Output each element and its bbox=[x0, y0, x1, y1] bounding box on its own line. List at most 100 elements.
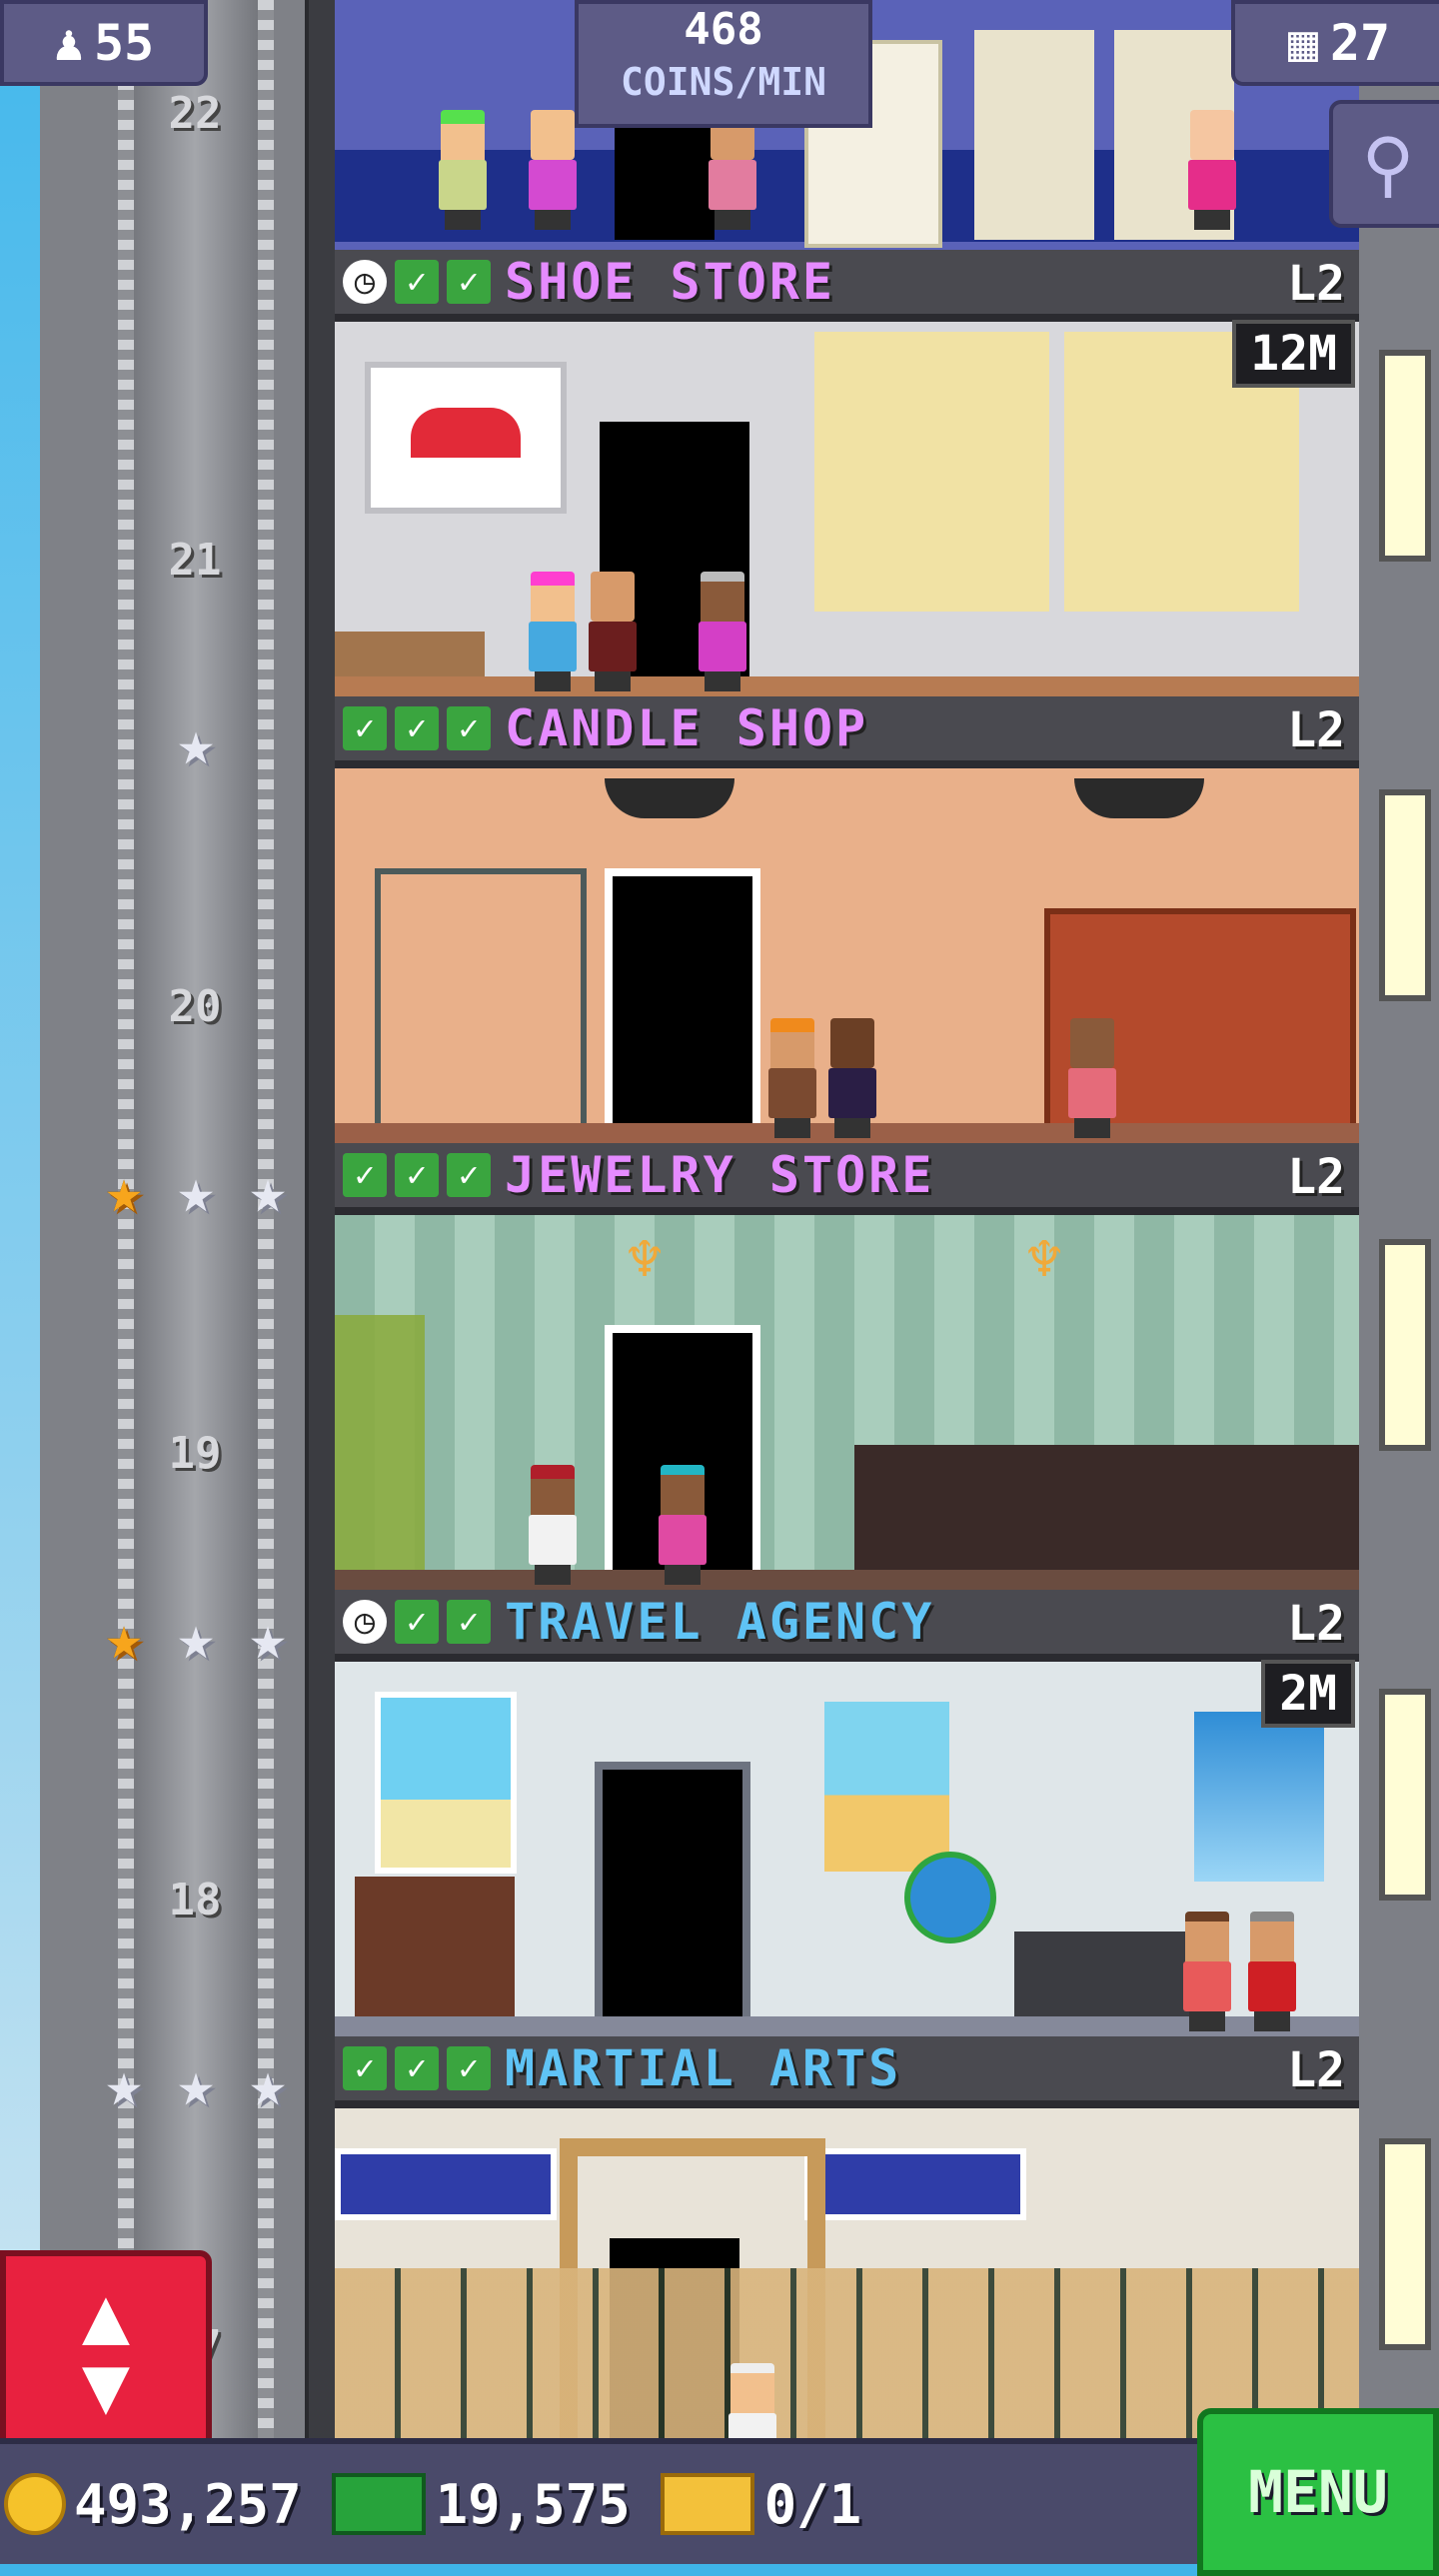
floor-level: L2 bbox=[1287, 256, 1345, 312]
bitizen[interactable] bbox=[695, 572, 750, 691]
bitizen[interactable] bbox=[1179, 1912, 1235, 2031]
star-icon: ★ bbox=[249, 1154, 287, 1227]
floor-banner[interactable]: ✓ ✓ ✓ CANDLE SHOP L2 bbox=[335, 696, 1359, 768]
floor-level: L2 bbox=[1287, 1149, 1345, 1205]
clock-icon: ◷ bbox=[343, 260, 387, 304]
floor-21-candle-shop[interactable]: ✓ ✓ ✓ CANDLE SHOP L2 bbox=[335, 696, 1359, 1143]
floor-name: CANDLE SHOP bbox=[505, 699, 869, 757]
floor-count-button[interactable]: ▦ 27 bbox=[1231, 0, 1439, 86]
check-icon: ✓ bbox=[395, 1600, 439, 1644]
floor-number-18: 18 bbox=[168, 1875, 222, 1926]
up-down-arrows-icon: ▲ ▼ bbox=[81, 2268, 131, 2431]
currency-bar: 493,257 19,575 0/1 MENU bbox=[0, 2408, 1439, 2576]
floor-boards bbox=[335, 676, 1359, 696]
check-icon: ✓ bbox=[395, 2046, 439, 2090]
ceiling-lamp bbox=[1074, 778, 1204, 818]
floor-level: L2 bbox=[1287, 1596, 1345, 1652]
coins-per-min-value: 468 bbox=[684, 4, 763, 55]
floor-19-travel-agency[interactable]: ◷ ✓ ✓ TRAVEL AGENCY L2 2M bbox=[335, 1590, 1359, 2036]
floor-room bbox=[335, 768, 1359, 1143]
check-icon: ✓ bbox=[447, 1153, 491, 1197]
floor-level: L2 bbox=[1287, 2042, 1345, 2098]
bitizen[interactable] bbox=[435, 110, 491, 230]
coins-per-min-label: COINS/MIN bbox=[621, 60, 826, 104]
floor-door bbox=[605, 868, 760, 1143]
globe bbox=[904, 1852, 996, 1943]
bitizen[interactable] bbox=[585, 572, 641, 691]
floor-number-19: 19 bbox=[168, 1428, 222, 1479]
brochure-stand bbox=[355, 1877, 515, 2026]
beach-poster bbox=[375, 1692, 517, 1874]
floor-name: MARTIAL ARTS bbox=[505, 2039, 902, 2097]
bux-icon bbox=[331, 2473, 426, 2535]
floor-timer: 12M bbox=[1232, 320, 1355, 388]
star-icon: ★ bbox=[105, 1154, 143, 1227]
check-icon: ✓ bbox=[343, 706, 387, 750]
window bbox=[1379, 350, 1431, 562]
bitizen[interactable] bbox=[655, 1465, 711, 1585]
display-case bbox=[854, 1445, 1359, 1590]
check-icon: ✓ bbox=[395, 260, 439, 304]
candle-shelf bbox=[375, 868, 587, 1140]
coins-value: 493,257 bbox=[74, 2472, 302, 2536]
floor-banner[interactable]: ◷ ✓ ✓ TRAVEL AGENCY L2 bbox=[335, 1590, 1359, 1662]
bitizen[interactable] bbox=[525, 1465, 581, 1585]
elevator-cable-column bbox=[305, 0, 339, 2438]
floor-22-shoe-store[interactable]: ◷ ✓ ✓ SHOE STORE L2 12M bbox=[335, 250, 1359, 696]
building-icon: ▦ bbox=[1287, 14, 1318, 72]
bitizen[interactable] bbox=[764, 1018, 820, 1138]
coin-icon bbox=[4, 2473, 66, 2535]
tickets-value: 0/1 bbox=[763, 2472, 862, 2536]
menu-button[interactable]: MENU bbox=[1197, 2408, 1439, 2576]
floor-banner[interactable]: ◷ ✓ ✓ SHOE STORE L2 bbox=[335, 250, 1359, 322]
check-icon: ✓ bbox=[395, 706, 439, 750]
bitizen[interactable] bbox=[824, 1018, 880, 1138]
shoe-poster bbox=[365, 362, 567, 514]
floor-banner[interactable]: ✓ ✓ ✓ MARTIAL ARTS L2 bbox=[335, 2036, 1359, 2108]
star-icon: ★ bbox=[177, 2047, 215, 2120]
check-icon: ✓ bbox=[447, 2046, 491, 2090]
floor-room bbox=[335, 1662, 1359, 2036]
floor-name: SHOE STORE bbox=[505, 253, 836, 311]
population-value: 55 bbox=[93, 14, 155, 72]
zoom-button[interactable]: ⚲ bbox=[1329, 100, 1439, 228]
coins-per-minute-panel: 468 COINS/MIN bbox=[575, 0, 872, 128]
bitizen[interactable] bbox=[1184, 110, 1240, 230]
golden-ticket-icon bbox=[660, 2473, 754, 2535]
person-icon: ♟ bbox=[53, 14, 84, 72]
floor-banner[interactable]: ✓ ✓ ✓ JEWELRY STORE L2 bbox=[335, 1143, 1359, 1215]
elevator-button[interactable]: ▲ ▼ bbox=[0, 2250, 212, 2450]
floor-boards bbox=[335, 1570, 1359, 1590]
dojo-banner bbox=[804, 2148, 1026, 2220]
star-icon: ★ bbox=[249, 2047, 287, 2120]
floor-count-value: 27 bbox=[1329, 14, 1391, 72]
check-icon: ✓ bbox=[447, 1600, 491, 1644]
bookshelf bbox=[974, 30, 1094, 240]
bitizen[interactable] bbox=[705, 110, 760, 230]
plant bbox=[335, 1315, 425, 1575]
travel-poster bbox=[824, 1702, 949, 1872]
chandelier: ♆ bbox=[626, 1225, 664, 1295]
bitizen[interactable] bbox=[525, 110, 581, 230]
window bbox=[1379, 1239, 1431, 1451]
window bbox=[1379, 1689, 1431, 1901]
check-icon: ✓ bbox=[447, 706, 491, 750]
star-icon: ★ bbox=[105, 2047, 143, 2120]
window bbox=[1379, 789, 1431, 1001]
bitizen[interactable] bbox=[525, 572, 581, 691]
floor-room bbox=[335, 322, 1359, 696]
floor-20-jewelry-store[interactable]: ✓ ✓ ✓ JEWELRY STORE L2 ♆ ♆ bbox=[335, 1143, 1359, 1590]
floor-name: TRAVEL AGENCY bbox=[505, 1593, 935, 1651]
star-icon: ★ bbox=[249, 1601, 287, 1674]
bitizen[interactable] bbox=[1064, 1018, 1120, 1138]
dojo-banner bbox=[335, 2148, 557, 2220]
check-icon: ✓ bbox=[395, 1153, 439, 1197]
bitizen[interactable] bbox=[1244, 1912, 1300, 2031]
floor-number-20: 20 bbox=[168, 981, 222, 1032]
floor-timer: 2M bbox=[1261, 1660, 1355, 1728]
floor-door bbox=[595, 1762, 750, 2036]
population-counter[interactable]: ♟ 55 bbox=[0, 0, 208, 86]
shoe-rack bbox=[814, 332, 1049, 612]
floor-level: L2 bbox=[1287, 702, 1345, 758]
star-icon: ★ bbox=[177, 706, 215, 779]
